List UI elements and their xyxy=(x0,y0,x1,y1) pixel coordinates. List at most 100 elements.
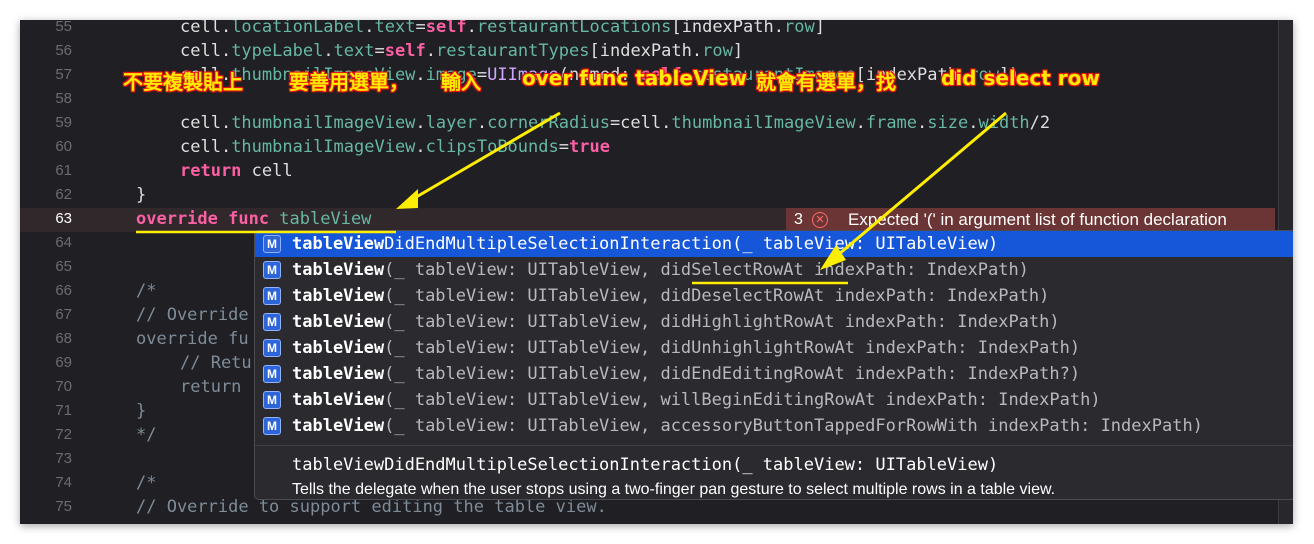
suggestion-item[interactable]: MtableViewDidEndMultipleSelectionInterac… xyxy=(255,231,1293,257)
line-number: 55 xyxy=(55,20,72,35)
suggestion-text: tableViewDidEndMultipleSelectionInteract… xyxy=(292,231,998,257)
annotation-find-menu: 就會有選單，找 xyxy=(756,70,896,94)
code-token: /* xyxy=(136,473,157,493)
code-line[interactable]: override func tableView xyxy=(136,207,371,231)
code-token: */ xyxy=(136,425,157,445)
suggestion-match: tableView xyxy=(292,312,385,332)
method-icon: M xyxy=(263,339,281,357)
code-token: } xyxy=(136,185,147,205)
code-token: locationLabel xyxy=(231,20,365,37)
code-line[interactable]: // Override xyxy=(136,303,249,327)
xcode-editor-window: 55 56 57 58 59 60 61 62 63 64 65 66 67 68 69 70 71 72 73 74… xyxy=(20,20,1293,524)
code-token: /* xyxy=(136,281,157,301)
code-line[interactable]: cell.typeLabel.text=self.restaurantTypes… xyxy=(180,39,743,63)
code-token: . xyxy=(466,20,477,37)
code-line[interactable]: /* xyxy=(136,471,156,495)
suggestion-signature: (_ tableView: UITableView, didEndEditing… xyxy=(384,364,1081,384)
code-token: return xyxy=(180,377,242,397)
annotation-no-copy-paste: 不要複製貼上 xyxy=(123,70,243,94)
suggestion-signature: (_ tableView: UITableView, didSelectRowA… xyxy=(384,260,1029,280)
code-token: = xyxy=(415,20,426,37)
code-token: row xyxy=(783,20,815,37)
code-token: . xyxy=(917,113,928,133)
line-number: 74 xyxy=(55,474,72,491)
code-token: true xyxy=(568,137,610,157)
suggestion-signature: (_ tableView: UITableView, didDeselectRo… xyxy=(384,286,1050,306)
line-number: 67 xyxy=(55,306,72,323)
code-line[interactable]: */ xyxy=(136,423,156,447)
suggestion-item[interactable]: MtableView(_ tableView: UITableView, did… xyxy=(255,283,1293,309)
doc-description: Tells the delegate when the user stops u… xyxy=(292,481,1056,498)
code-line[interactable]: cell.locationLabel.text=self.restaurantL… xyxy=(180,20,825,39)
code-token: frame xyxy=(865,113,918,133)
inline-error-banner[interactable]: 3 ✕ Expected '(' in argument list of fun… xyxy=(786,208,1275,232)
code-line[interactable]: /* xyxy=(136,279,156,303)
line-number: 58 xyxy=(55,90,72,107)
code-token: = xyxy=(558,137,569,157)
code-token: cell. xyxy=(180,137,232,157)
annotation-typed-text: over func tableView xyxy=(522,66,747,90)
code-token: thumbnailImageView xyxy=(231,137,416,157)
code-token: typeLabel xyxy=(231,41,324,61)
code-token: cell. xyxy=(180,113,232,133)
code-line[interactable]: } xyxy=(136,399,146,423)
code-token: [indexPath. xyxy=(589,41,703,61)
line-number: 59 xyxy=(55,114,72,131)
code-token: . xyxy=(968,113,979,133)
code-token: size xyxy=(927,113,969,133)
line-number: 57 xyxy=(55,66,72,83)
suggestion-item[interactable]: MtableView(_ tableView: UITableView, did… xyxy=(255,361,1293,387)
code-token: . xyxy=(364,20,375,37)
suggestion-item[interactable]: MtableView(_ tableView: UITableView, acc… xyxy=(255,413,1293,439)
annotation-use-menu: 要善用選單， xyxy=(289,70,409,94)
code-line[interactable]: // Retu xyxy=(180,351,252,375)
code-token: } xyxy=(136,401,147,421)
line-number: 56 xyxy=(55,42,72,59)
suggestion-item[interactable]: MtableView(_ tableView: UITableView, did… xyxy=(255,257,1293,283)
code-token: restaurantTypes xyxy=(435,41,590,61)
suggestion-text: tableView(_ tableView: UITableView, didD… xyxy=(292,283,1049,309)
code-token: tableView xyxy=(279,209,372,229)
code-token: thumbnailImageView xyxy=(231,113,416,133)
suggestion-text: tableView(_ tableView: UITableView, didE… xyxy=(292,361,1080,387)
error-count: 3 xyxy=(794,211,803,228)
code-token: restaurantLocations xyxy=(476,20,672,37)
suggestion-match: tableView xyxy=(292,286,385,306)
line-number: 60 xyxy=(55,138,72,155)
code-token: self xyxy=(384,41,426,61)
suggestion-match: tableView xyxy=(292,338,385,358)
code-line[interactable]: } xyxy=(136,183,146,207)
code-line[interactable]: return xyxy=(180,375,241,399)
code-line[interactable]: return cell xyxy=(180,159,293,183)
suggestion-text: tableView(_ tableView: UITableView, acce… xyxy=(292,413,1203,439)
suggestion-match: tableView xyxy=(292,260,385,280)
code-token: . xyxy=(476,113,488,133)
suggestion-item[interactable]: MtableView(_ tableView: UITableView, wil… xyxy=(255,387,1293,413)
code-line[interactable]: cell.thumbnailImageView.layer.cornerRadi… xyxy=(180,111,1050,135)
suggestion-text: tableView(_ tableView: UITableView, will… xyxy=(292,387,1101,413)
suggestion-text: tableView(_ tableView: UITableView, didU… xyxy=(292,335,1080,361)
line-number-gutter: 55 56 57 58 59 60 61 62 63 64 65 66 67 68 69 70 71 72 73 74… xyxy=(20,20,78,524)
code-token: // Override to support editing the table… xyxy=(136,497,607,517)
code-token: ] xyxy=(732,41,744,61)
method-icon: M xyxy=(263,287,281,305)
line-number: 66 xyxy=(55,282,72,299)
code-token: layer xyxy=(425,113,477,133)
code-line[interactable]: override fu xyxy=(136,327,249,351)
method-icon: M xyxy=(263,313,281,331)
code-token: width xyxy=(978,113,1030,133)
line-number: 68 xyxy=(55,330,72,347)
suggestion-item[interactable]: MtableView(_ tableView: UITableView, did… xyxy=(255,335,1293,361)
doc-divider xyxy=(255,445,1293,446)
suggestion-match: tableView xyxy=(292,234,385,254)
suggestion-signature: DidEndMultipleSelectionInteraction(_ tab… xyxy=(384,234,999,254)
method-icon: M xyxy=(263,417,281,435)
code-token: self xyxy=(425,20,467,37)
line-number: 70 xyxy=(55,378,72,395)
suggestion-item[interactable]: MtableView(_ tableView: UITableView, did… xyxy=(255,309,1293,335)
suggestion-signature: (_ tableView: UITableView, accessoryButt… xyxy=(384,416,1203,436)
code-line[interactable]: cell.thumbnailImageView.clipsToBounds=tr… xyxy=(180,135,610,159)
line-number: 64 xyxy=(55,234,72,251)
code-token: row xyxy=(702,41,733,61)
code-token: . xyxy=(415,113,426,133)
